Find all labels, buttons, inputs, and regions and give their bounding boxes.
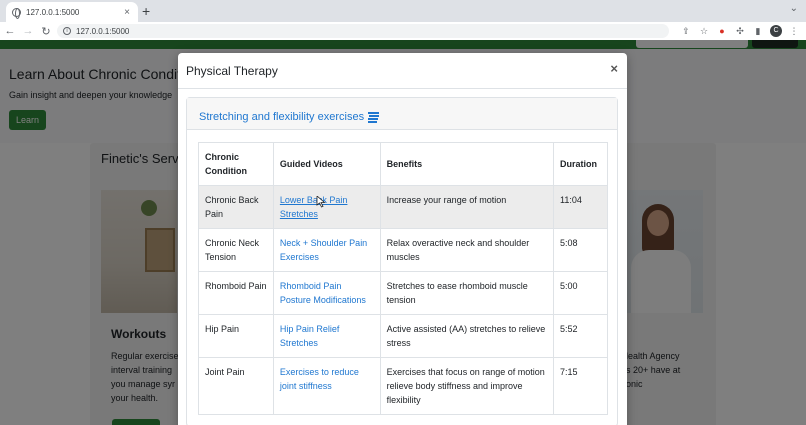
share-icon[interactable]: ⇪ <box>680 25 692 37</box>
extension-record-icon[interactable]: ● <box>716 25 728 37</box>
back-arrow-icon[interactable]: ← <box>2 25 18 37</box>
browser-tab-strip: 127.0.0.1:5000 × + ⌄ <box>0 0 806 22</box>
duration-cell: 7:15 <box>553 357 608 415</box>
table-row: Rhomboid Pain Rhomboid Pain Posture Modi… <box>198 271 608 315</box>
modal-title: Physical Therapy <box>186 64 278 78</box>
video-link[interactable]: Neck + Shoulder Pain Exercises <box>280 238 367 262</box>
duration-cell: 5:52 <box>553 314 608 358</box>
column-header: Duration <box>553 142 608 186</box>
condition-cell: Joint Pain <box>198 357 274 415</box>
video-cell: Neck + Shoulder Pain Exercises <box>272 228 381 272</box>
table-row: Chronic Neck Tension Neck + Shoulder Pai… <box>198 228 608 272</box>
address-bar[interactable]: i 127.0.0.1:5000 <box>57 24 669 38</box>
benefit-cell: Exercises that focus on range of motion … <box>379 357 555 415</box>
puzzle-icon[interactable]: ✣ <box>734 25 746 37</box>
reload-icon[interactable]: ↻ <box>38 25 54 38</box>
browser-toolbar: ← → ↻ i 127.0.0.1:5000 ⇪ ☆ ● ✣ ▮ C ⋮ <box>0 22 806 40</box>
site-info-icon[interactable]: i <box>63 27 71 35</box>
profile-avatar[interactable]: C <box>770 25 782 37</box>
benefit-cell: Relax overactive neck and shoulder muscl… <box>379 228 555 272</box>
table-row: Joint Pain Exercises to reduce joint sti… <box>198 357 608 415</box>
list-icon <box>368 111 380 124</box>
condition-cell: Chronic Back Pain <box>198 185 274 229</box>
video-cell: Exercises to reduce joint stiffness <box>272 357 381 415</box>
video-cell: Lower Back Pain Stretches <box>272 185 381 229</box>
column-header: Chronic Condition <box>198 142 274 186</box>
video-link[interactable]: Exercises to reduce joint stiffness <box>280 367 359 391</box>
forward-arrow-icon[interactable]: → <box>20 25 36 37</box>
menu-kebab-icon[interactable]: ⋮ <box>788 25 800 37</box>
condition-cell: Hip Pain <box>198 314 274 358</box>
condition-cell: Rhomboid Pain <box>198 271 274 315</box>
duration-cell: 5:00 <box>553 271 608 315</box>
modal-header: Physical Therapy × <box>178 53 627 89</box>
star-icon[interactable]: ☆ <box>698 25 710 37</box>
column-header: Benefits <box>379 142 555 186</box>
tab-title: 127.0.0.1:5000 <box>26 7 80 17</box>
video-link[interactable]: Lower Back Pain Stretches <box>280 195 348 219</box>
side-panel-icon[interactable]: ▮ <box>752 25 764 37</box>
table-row: Hip Pain Hip Pain Relief Stretches Activ… <box>198 314 608 358</box>
duration-cell: 11:04 <box>553 185 608 229</box>
column-header: Guided Videos <box>272 142 381 186</box>
benefit-cell: Stretches to ease rhomboid muscle tensio… <box>379 271 555 315</box>
physical-therapy-modal: Physical Therapy × Stretching and flexib… <box>178 53 627 425</box>
new-tab-button[interactable]: + <box>142 3 150 19</box>
video-cell: Hip Pain Relief Stretches <box>272 314 381 358</box>
browser-tab[interactable]: 127.0.0.1:5000 × <box>6 2 138 22</box>
address-bar-url: 127.0.0.1:5000 <box>76 26 130 36</box>
duration-cell: 5:08 <box>553 228 608 272</box>
exercise-card: Stretching and flexibility exercises Chr… <box>186 97 618 425</box>
table-header-row: Chronic Condition Guided Videos Benefits… <box>198 142 608 186</box>
mouse-pointer-icon <box>316 196 326 208</box>
section-title: Stretching and flexibility exercises <box>199 111 365 123</box>
video-cell: Rhomboid Pain Posture Modifications <box>272 271 381 315</box>
condition-cell: Chronic Neck Tension <box>198 228 274 272</box>
video-link[interactable]: Hip Pain Relief Stretches <box>280 324 340 348</box>
toolbar-icons: ⇪ ☆ ● ✣ ▮ C ⋮ <box>680 25 800 37</box>
benefit-cell: Active assisted (AA) stretches to reliev… <box>379 314 555 358</box>
therapy-table: Chronic Condition Guided Videos Benefits… <box>198 142 608 415</box>
benefit-cell: Increase your range of motion <box>379 185 555 229</box>
exercise-card-header[interactable]: Stretching and flexibility exercises <box>187 98 617 130</box>
table-row: Chronic Back Pain Lower Back Pain Stretc… <box>198 185 608 229</box>
tab-search-chevron-icon[interactable]: ⌄ <box>790 3 798 14</box>
close-icon[interactable]: × <box>610 62 618 76</box>
video-link[interactable]: Rhomboid Pain Posture Modifications <box>280 281 366 305</box>
globe-icon <box>12 7 21 19</box>
tab-close-icon[interactable]: × <box>122 7 132 18</box>
